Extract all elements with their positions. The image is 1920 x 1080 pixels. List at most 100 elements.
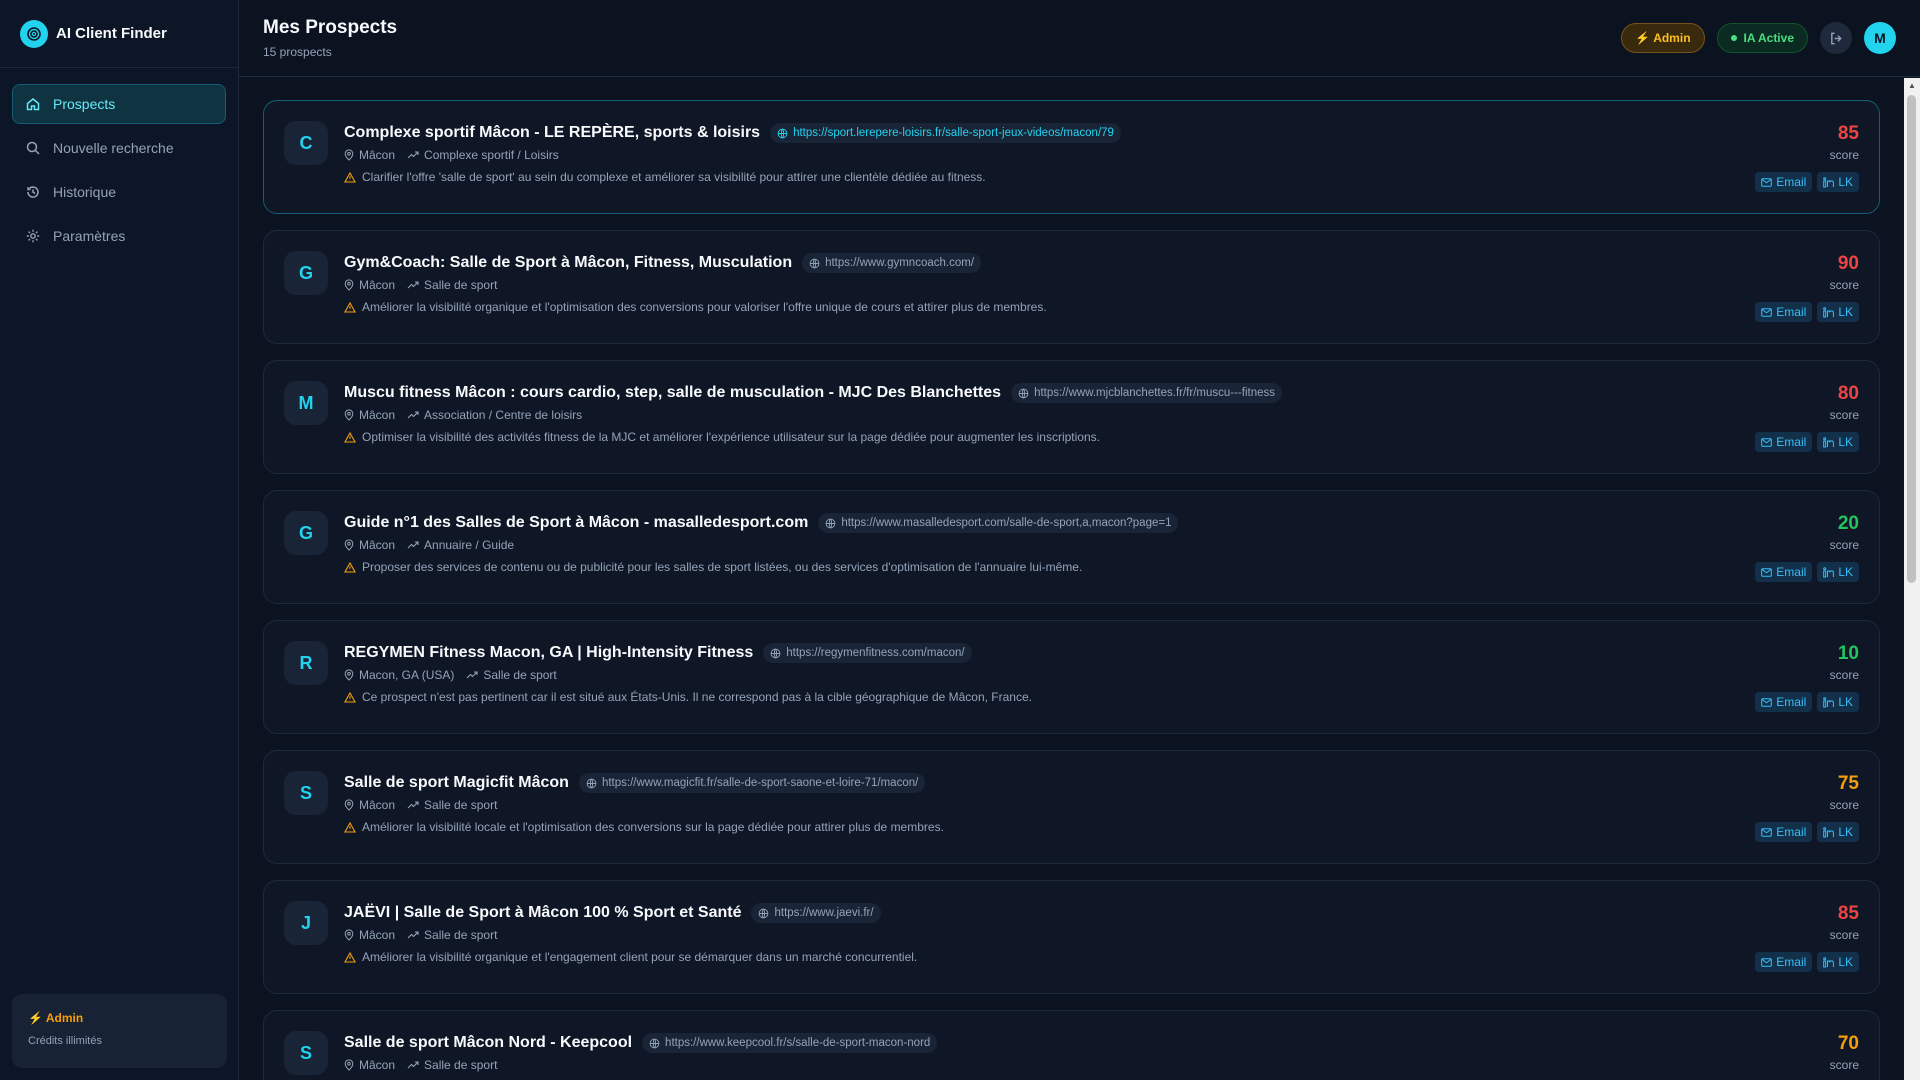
email-button[interactable]: Email bbox=[1755, 172, 1813, 192]
linkedin-button[interactable]: LK bbox=[1817, 302, 1859, 322]
prospect-head: REGYMEN Fitness Macon, GA | High-Intensi… bbox=[344, 642, 1859, 664]
prospect-card[interactable]: C Complexe sportif Mâcon - LE REPÈRE, sp… bbox=[263, 100, 1880, 214]
prospect-name[interactable]: Muscu fitness Mâcon : cours cardio, step… bbox=[344, 384, 1001, 402]
email-button[interactable]: Email bbox=[1755, 822, 1813, 842]
prospect-category: Complexe sportif / Loisirs bbox=[407, 148, 559, 162]
prospect-location-text: Mâcon bbox=[359, 278, 396, 292]
linkedin-button[interactable]: LK bbox=[1817, 172, 1859, 192]
prospect-name[interactable]: Gym&Coach: Salle de Sport à Mâcon, Fitne… bbox=[344, 254, 792, 272]
prospect-actions: Email LK bbox=[1750, 822, 1859, 842]
prospect-card[interactable]: S Salle de sport Magicfit Mâcon https://… bbox=[263, 750, 1880, 864]
prospect-head: Salle de sport Mâcon Nord - Keepcool htt… bbox=[344, 1032, 1859, 1054]
sidebar-item-history[interactable]: Historique bbox=[12, 172, 226, 212]
prospect-score: 75 bbox=[1837, 773, 1859, 794]
sidebar-item-new-search[interactable]: Nouvelle recherche bbox=[12, 128, 226, 168]
prospect-card[interactable]: S Salle de sport Mâcon Nord - Keepcool h… bbox=[263, 1010, 1880, 1080]
linkedin-button-label: LK bbox=[1838, 565, 1853, 579]
prospect-actions: Email LK bbox=[1750, 692, 1859, 712]
prospect-url-link[interactable]: https://www.masalledesport.com/salle-de-… bbox=[818, 513, 1179, 533]
prospect-insight-text: Optimiser la visibilité des activités fi… bbox=[362, 430, 1100, 444]
prospect-location-text: Mâcon bbox=[359, 928, 396, 942]
prospect-category-text: Salle de sport bbox=[424, 1058, 498, 1072]
email-button[interactable]: Email bbox=[1755, 562, 1813, 582]
prospect-name[interactable]: JAËVI | Salle de Sport à Mâcon 100 % Spo… bbox=[344, 904, 741, 922]
sidebar-item-label: Prospects bbox=[53, 96, 116, 112]
prospect-location-text: Macon, GA (USA) bbox=[359, 668, 455, 682]
prospect-card[interactable]: J JAËVI | Salle de Sport à Mâcon 100 % S… bbox=[263, 880, 1880, 994]
warning-icon bbox=[344, 301, 356, 313]
avatar[interactable]: M bbox=[1864, 22, 1896, 54]
prospect-url-link[interactable]: https://www.mjcblanchettes.fr/fr/muscu--… bbox=[1011, 383, 1282, 403]
scroll-thumb[interactable] bbox=[1907, 95, 1916, 583]
linkedin-button[interactable]: LK bbox=[1817, 822, 1859, 842]
mail-icon bbox=[1761, 437, 1773, 447]
prospect-url-link[interactable]: https://sport.lerepere-loisirs.fr/salle-… bbox=[770, 123, 1121, 143]
linkedin-button-label: LK bbox=[1838, 305, 1853, 319]
admin-badge: ⚡ Admin bbox=[1621, 23, 1705, 53]
prospect-card[interactable]: G Gym&Coach: Salle de Sport à Mâcon, Fit… bbox=[263, 230, 1880, 344]
prospect-initial: G bbox=[284, 251, 328, 295]
prospect-url-link[interactable]: https://www.jaevi.fr/ bbox=[751, 903, 881, 923]
prospect-url-link[interactable]: https://www.magicfit.fr/salle-de-sport-s… bbox=[578, 773, 926, 793]
score-area: 20 score bbox=[1830, 513, 1859, 552]
prospect-url-link[interactable]: https://regymenfitness.com/macon/ bbox=[763, 643, 972, 663]
prospect-location: Mâcon bbox=[344, 928, 395, 942]
linkedin-button[interactable]: LK bbox=[1817, 562, 1859, 582]
email-button[interactable]: Email bbox=[1755, 692, 1813, 712]
prospect-category-text: Salle de sport bbox=[424, 278, 498, 292]
prospect-name[interactable]: Salle de sport Mâcon Nord - Keepcool bbox=[344, 1034, 632, 1052]
app-title: AI Client Finder bbox=[56, 25, 167, 42]
score-area: 85 score bbox=[1830, 903, 1859, 942]
score-area: 80 score bbox=[1830, 383, 1859, 422]
prospect-name[interactable]: Guide n°1 des Salles de Sport à Mâcon - … bbox=[344, 514, 808, 532]
prospect-card[interactable]: M Muscu fitness Mâcon : cours cardio, st… bbox=[263, 360, 1880, 474]
prospect-body: Muscu fitness Mâcon : cours cardio, step… bbox=[344, 381, 1859, 473]
prospect-score: 80 bbox=[1837, 383, 1859, 404]
prospect-name[interactable]: Salle de sport Magicfit Mâcon bbox=[344, 774, 569, 792]
email-button[interactable]: Email bbox=[1755, 432, 1813, 452]
prospect-score: 85 bbox=[1837, 903, 1859, 924]
globe-icon bbox=[1018, 388, 1029, 398]
sidebar-item-settings[interactable]: Paramètres bbox=[12, 216, 226, 256]
prospect-meta: Mâcon Salle de sport bbox=[344, 277, 1859, 293]
prospect-url-link[interactable]: https://www.gymncoach.com/ bbox=[802, 253, 982, 273]
prospect-insight: Clarifier l'offre 'salle de sport' au se… bbox=[344, 170, 1859, 184]
prospect-card[interactable]: G Guide n°1 des Salles de Sport à Mâcon … bbox=[263, 490, 1880, 604]
score-area: 70 score bbox=[1830, 1033, 1859, 1072]
trend-icon bbox=[407, 1061, 419, 1069]
prospect-url-text: https://regymenfitness.com/macon/ bbox=[786, 647, 965, 659]
prospect-meta: Mâcon Salle de sport bbox=[344, 797, 1859, 813]
mail-icon bbox=[1761, 177, 1773, 187]
linkedin-button[interactable]: LK bbox=[1817, 952, 1859, 972]
location-pin-icon bbox=[344, 279, 354, 291]
email-button-label: Email bbox=[1776, 565, 1807, 579]
prospect-category: Salle de sport bbox=[407, 1058, 497, 1072]
scroll-up-arrow-icon[interactable]: ▲ bbox=[1904, 78, 1920, 92]
prospect-insight: Améliorer la visibilité organique et l'o… bbox=[344, 300, 1859, 314]
prospect-name[interactable]: Complexe sportif Mâcon - LE REPÈRE, spor… bbox=[344, 124, 760, 142]
score-label: score bbox=[1829, 928, 1859, 942]
prospect-url-link[interactable]: https://www.keepcool.fr/s/salle-de-sport… bbox=[642, 1033, 938, 1053]
email-button-label: Email bbox=[1776, 825, 1807, 839]
prospect-score: 70 bbox=[1837, 1033, 1859, 1054]
trend-icon bbox=[407, 151, 419, 159]
prospect-name[interactable]: REGYMEN Fitness Macon, GA | High-Intensi… bbox=[344, 644, 753, 662]
prospect-card[interactable]: R REGYMEN Fitness Macon, GA | High-Inten… bbox=[263, 620, 1880, 734]
scrollbar[interactable]: ▲ bbox=[1904, 78, 1920, 1080]
prospect-category-text: Complexe sportif / Loisirs bbox=[424, 148, 559, 162]
prospect-body: JAËVI | Salle de Sport à Mâcon 100 % Spo… bbox=[344, 901, 1859, 993]
prospect-category: Annuaire / Guide bbox=[407, 538, 514, 552]
location-pin-icon bbox=[344, 539, 354, 551]
logout-button[interactable] bbox=[1820, 22, 1852, 54]
linkedin-button[interactable]: LK bbox=[1817, 692, 1859, 712]
prospect-head: Complexe sportif Mâcon - LE REPÈRE, spor… bbox=[344, 122, 1859, 144]
globe-icon bbox=[586, 778, 597, 788]
score-label: score bbox=[1829, 798, 1859, 812]
email-button-label: Email bbox=[1776, 435, 1807, 449]
sidebar-item-prospects[interactable]: Prospects bbox=[12, 84, 226, 124]
prospect-body: Salle de sport Magicfit Mâcon https://ww… bbox=[344, 771, 1859, 863]
warning-icon bbox=[344, 171, 356, 183]
email-button[interactable]: Email bbox=[1755, 302, 1813, 322]
linkedin-button[interactable]: LK bbox=[1817, 432, 1859, 452]
email-button[interactable]: Email bbox=[1755, 952, 1813, 972]
